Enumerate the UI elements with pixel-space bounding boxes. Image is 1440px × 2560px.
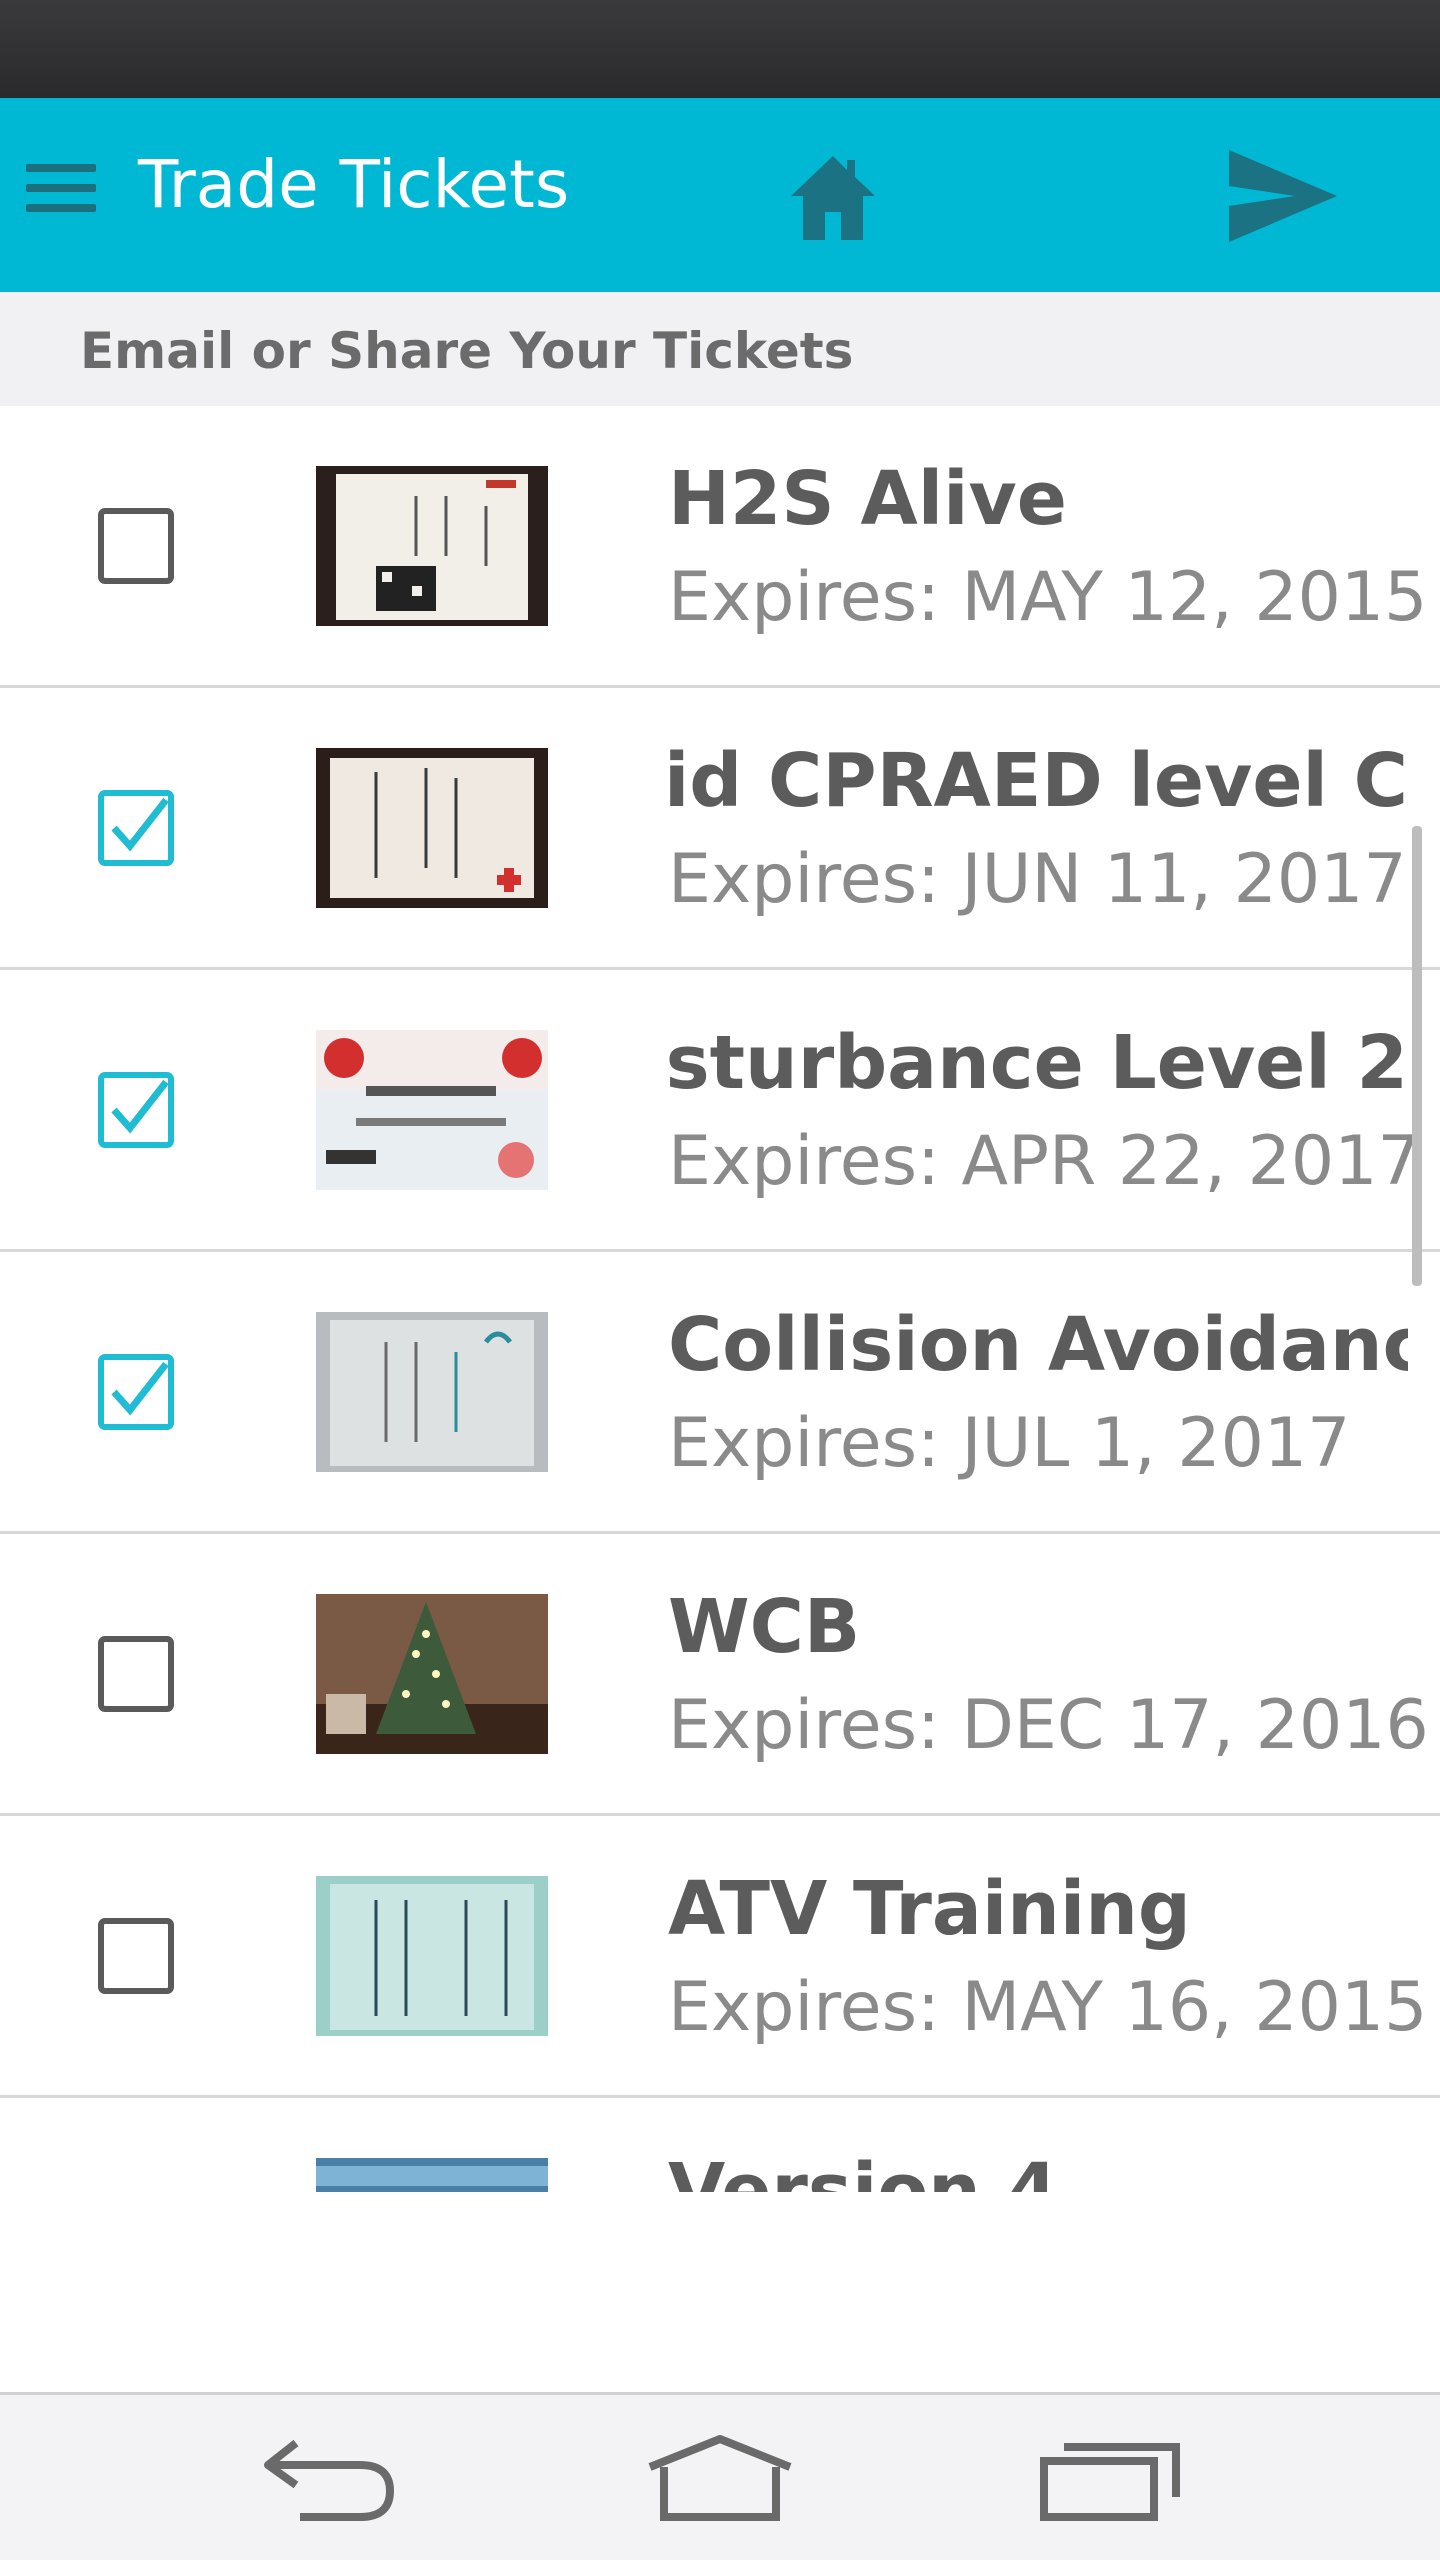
- ticket-title: Version 4: [668, 2148, 1059, 2192]
- checkbox-checked[interactable]: [98, 1072, 174, 1148]
- ticket-expiry: Expires: JUN 11, 2017: [668, 840, 1407, 919]
- partial-photo: [316, 2158, 548, 2192]
- ticket-card-photo: [316, 466, 548, 626]
- app-title: Trade Tickets: [138, 146, 570, 223]
- home-icon[interactable]: [785, 150, 881, 246]
- ticket-expiry: Expires: MAY 16, 2015: [668, 1968, 1428, 2047]
- scrollbar[interactable]: [1412, 826, 1422, 1286]
- system-nav-bar: [0, 2392, 1440, 2560]
- status-bar: [0, 0, 1440, 98]
- checkbox-checked[interactable]: [98, 790, 174, 866]
- checkbox-unchecked[interactable]: [98, 508, 174, 584]
- ticket-title: H2S Alive: [668, 456, 1067, 542]
- ticket-expiry: Expires: APR 22, 2017: [668, 1122, 1421, 1201]
- checkbox-unchecked[interactable]: [98, 1918, 174, 1994]
- send-icon[interactable]: [1225, 146, 1341, 246]
- ticket-row[interactable]: ATV Training Expires: MAY 16, 2015: [0, 1816, 1440, 2098]
- home-outline-icon[interactable]: [642, 2435, 798, 2530]
- ticket-title: d Disturbance Level 2: [668, 1020, 1408, 1106]
- ticket-expiry: Expires: MAY 12, 2015: [668, 558, 1428, 637]
- first-aid-certificate-photo: [316, 748, 548, 908]
- ticket-row[interactable]: H2S Alive Expires: MAY 12, 2015: [0, 406, 1440, 688]
- back-icon[interactable]: [260, 2435, 400, 2530]
- checkbox-checked[interactable]: [98, 1354, 174, 1430]
- atv-certificate-photo: [316, 1876, 548, 2036]
- hamburger-menu-icon[interactable]: [26, 164, 96, 212]
- app-bar: Trade Tickets: [0, 98, 1440, 292]
- checkbox-unchecked[interactable]: [98, 1636, 174, 1712]
- ticket-expiry: Expires: DEC 17, 2016: [668, 1686, 1429, 1765]
- ticket-title: ATV Training: [668, 1866, 1191, 1952]
- ground-disturbance-certificate-photo: [316, 1030, 548, 1190]
- ticket-title: Collision Avoidance: [668, 1302, 1408, 1388]
- subheader: Email or Share Your Tickets: [0, 292, 1440, 406]
- recent-apps-icon[interactable]: [1038, 2435, 1184, 2530]
- christmas-tree-photo: [316, 1594, 548, 1754]
- ticket-title: t Aid CPRAED level C: [668, 738, 1408, 824]
- collision-certificate-photo: [316, 1312, 548, 1472]
- ticket-row[interactable]: Collision Avoidance Expires: JUL 1, 2017: [0, 1252, 1440, 1534]
- ticket-row[interactable]: t Aid CPRAED level C Expires: JUN 11, 20…: [0, 688, 1440, 970]
- ticket-list[interactable]: H2S Alive Expires: MAY 12, 2015 t Aid CP…: [0, 406, 1440, 2192]
- ticket-row[interactable]: Version 4: [0, 2098, 1440, 2192]
- subheader-text: Email or Share Your Tickets: [80, 322, 854, 380]
- ticket-row[interactable]: WCB Expires: DEC 17, 2016: [0, 1534, 1440, 1816]
- ticket-expiry: Expires: JUL 1, 2017: [668, 1404, 1351, 1483]
- ticket-title: WCB: [668, 1584, 861, 1670]
- ticket-row[interactable]: d Disturbance Level 2 Expires: APR 22, 2…: [0, 970, 1440, 1252]
